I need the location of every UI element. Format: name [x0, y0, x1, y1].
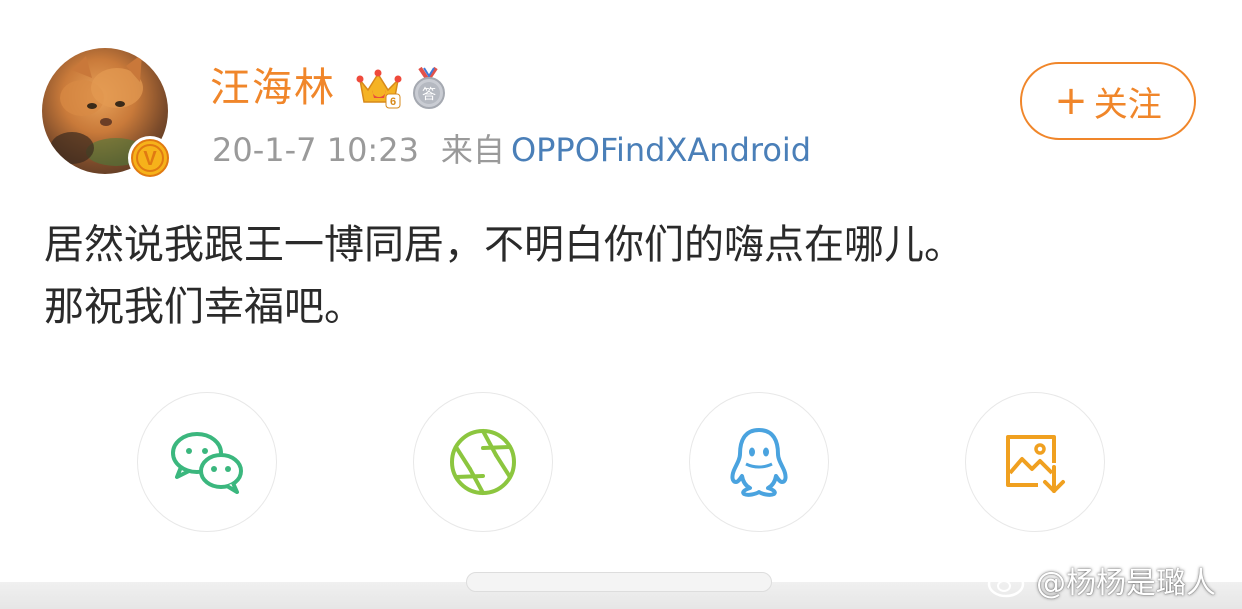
verified-badge: V — [128, 136, 172, 180]
share-wechat-button[interactable] — [137, 392, 277, 532]
plus-icon: + — [1054, 78, 1088, 124]
post-text-line: 那祝我们幸福吧。 — [44, 284, 364, 330]
source-device-link[interactable]: OPPOFindXAndroid — [511, 131, 811, 169]
source-label: 来自 — [440, 131, 505, 169]
medal-icon[interactable]: 答 — [408, 66, 450, 110]
home-indicator[interactable] — [466, 572, 772, 592]
post-body: 居然说我跟王一博同居，不明白你们的嗨点在哪儿。 那祝我们幸福吧。 — [44, 214, 1204, 338]
post-timestamp: 20-1-7 10:23 — [212, 131, 419, 169]
svg-text:6: 6 — [390, 96, 396, 108]
save-image-icon — [1006, 435, 1065, 493]
save-image-button[interactable] — [965, 392, 1105, 532]
post-text-line: 居然说我跟王一博同居，不明白你们的嗨点在哪儿。 — [44, 222, 964, 268]
share-qq-button[interactable] — [689, 392, 829, 532]
qq-icon — [730, 428, 788, 497]
share-moments-button[interactable] — [413, 392, 553, 532]
user-name[interactable]: 汪海林 — [210, 62, 336, 114]
weibo-watermark: @杨杨是璐人 — [986, 558, 1216, 602]
follow-label: 关注 — [1093, 84, 1162, 125]
watermark-text: @杨杨是璐人 — [1036, 566, 1216, 601]
vip-crown-icon[interactable]: 6 — [356, 66, 402, 110]
post-meta: 20-1-7 10:23 来自 OPPOFindXAndroid — [212, 128, 811, 172]
moments-icon — [450, 429, 516, 495]
svg-text:V: V — [143, 148, 157, 170]
svg-text:答: 答 — [422, 86, 436, 103]
wechat-icon — [171, 432, 243, 494]
weibo-logo-icon — [987, 566, 1028, 598]
verified-v-icon: V — [131, 139, 169, 177]
follow-button[interactable]: + 关注 — [1020, 62, 1196, 140]
